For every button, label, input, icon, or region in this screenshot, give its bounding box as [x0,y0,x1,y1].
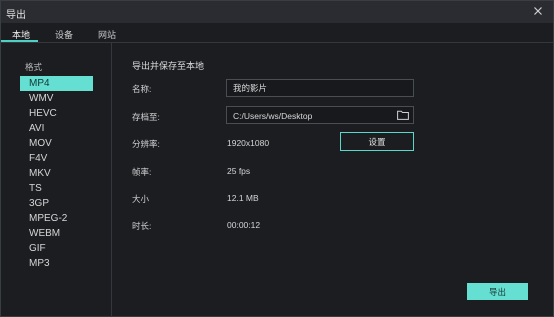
export-button[interactable]: 导出 [467,283,528,300]
format-item-f4v[interactable]: F4V [20,151,93,166]
size-value: 12.1 MB [227,193,259,203]
format-item-webm[interactable]: WEBM [20,226,93,241]
format-item-hevc[interactable]: HEVC [20,106,93,121]
format-item-wmv[interactable]: WMV [20,91,93,106]
size-label: 大小 [132,194,150,204]
format-sidebar: 格式 MP4 WMV HEVC AVI MOV F4V MKV TS 3GP M… [1,43,112,317]
format-heading: 格式 [25,62,43,72]
export-settings-panel: 导出并保存至本地 名称: 存档至: C:/Users/ws/Desktop 分辨… [132,59,542,299]
active-tab-indicator [1,40,38,42]
name-label: 名称: [132,84,152,94]
name-input[interactable] [226,79,414,97]
duration-value: 00:00:12 [227,220,261,230]
tab-bar: 本地 设备 网站 [1,25,553,43]
save-path-value: C:/Users/ws/Desktop [233,111,313,121]
resolution-label: 分辨率: [132,139,160,149]
format-item-3gp[interactable]: 3GP [20,196,93,211]
format-item-mp4[interactable]: MP4 [20,76,93,91]
frame-rate-value: 25 fps [227,166,251,176]
window-title: 导出 [6,10,26,21]
section-title: 导出并保存至本地 [132,61,205,71]
folder-icon[interactable] [397,110,409,120]
format-item-mp3[interactable]: MP3 [20,256,93,271]
export-dialog: 导出 本地 设备 网站 格式 MP4 WMV HEVC AVI MOV F4V … [0,0,554,317]
format-item-ts[interactable]: TS [20,181,93,196]
frame-rate-label: 帧率: [132,167,152,177]
format-list: MP4 WMV HEVC AVI MOV F4V MKV TS 3GP MPEG… [20,76,93,271]
resolution-value: 1920x1080 [227,138,270,148]
save-path-field[interactable]: C:/Users/ws/Desktop [226,106,414,124]
format-item-mov[interactable]: MOV [20,136,93,151]
format-item-avi[interactable]: AVI [20,121,93,136]
tab-website[interactable]: 网站 [98,28,116,41]
format-item-mpeg2[interactable]: MPEG-2 [20,211,93,226]
title-bar: 导出 [1,1,553,23]
save-to-label: 存档至: [132,112,160,122]
format-item-gif[interactable]: GIF [20,241,93,256]
format-item-mkv[interactable]: MKV [20,166,93,181]
duration-label: 时长: [132,221,152,231]
settings-button[interactable]: 设置 [340,132,414,151]
close-icon[interactable] [531,4,545,18]
tab-device[interactable]: 设备 [55,28,73,41]
